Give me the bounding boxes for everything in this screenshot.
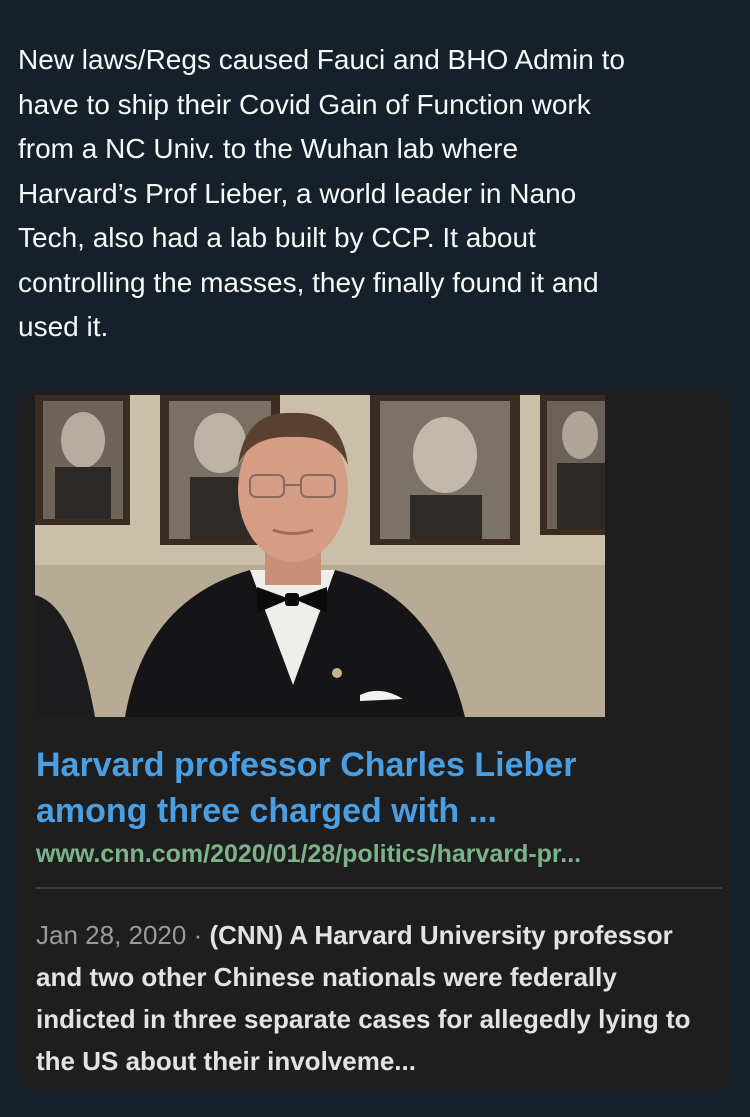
tweet-text: New laws/Regs caused Fauci and BHO Admin… [18, 44, 625, 342]
card-divider [36, 887, 722, 889]
article-title[interactable]: Harvard professor Charles Lieber among t… [36, 742, 716, 834]
date-separator: · [186, 920, 210, 950]
article-url[interactable]: www.cnn.com/2020/01/28/politics/harvard-… [36, 838, 716, 870]
article-image[interactable] [35, 395, 605, 717]
article-title-text: Harvard professor Charles Lieber among t… [36, 746, 577, 830]
article-date: Jan 28, 2020 [36, 920, 187, 950]
link-preview-card[interactable]: Harvard professor Charles Lieber among t… [18, 390, 732, 1090]
article-snippet: Jan 28, 2020 · (CNN) A Harvard Universit… [36, 914, 722, 1082]
